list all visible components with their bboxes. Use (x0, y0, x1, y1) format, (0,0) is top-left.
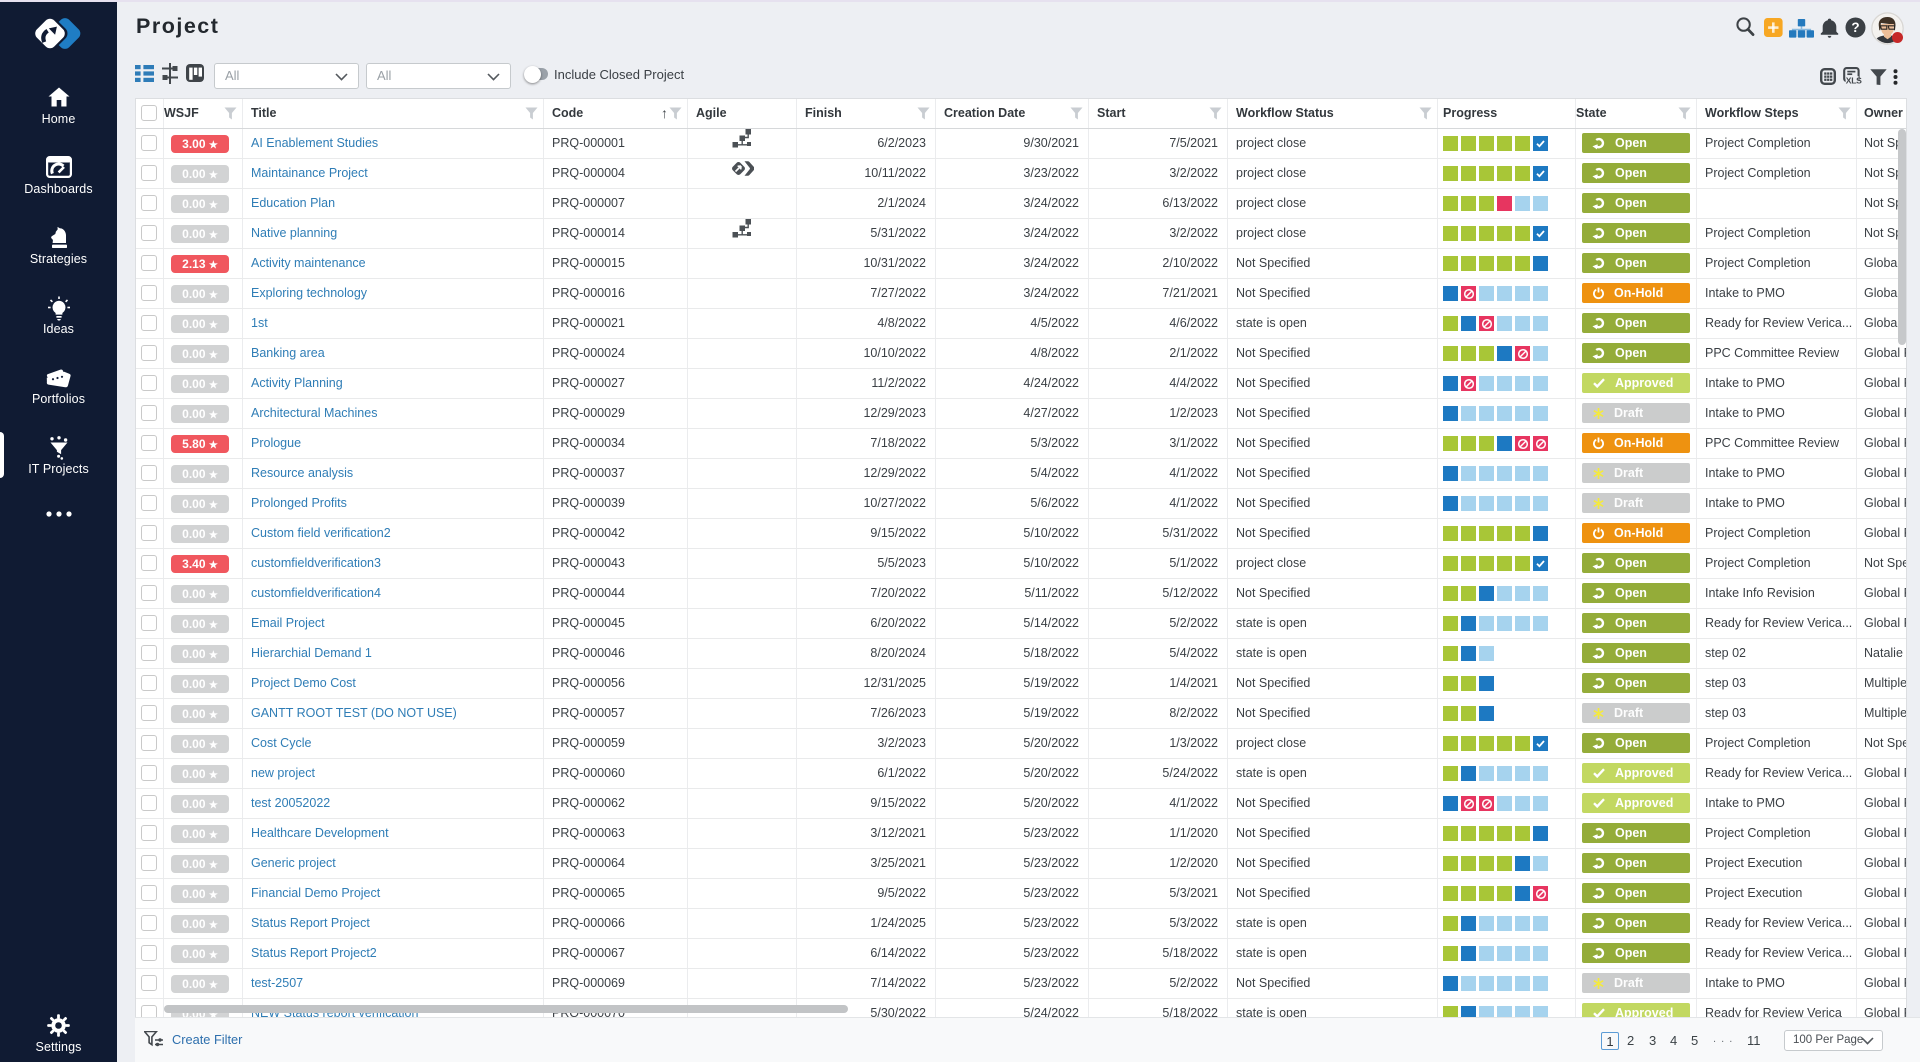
svg-text:XLS: XLS (1846, 75, 1862, 85)
svg-text:?: ? (1851, 20, 1859, 35)
